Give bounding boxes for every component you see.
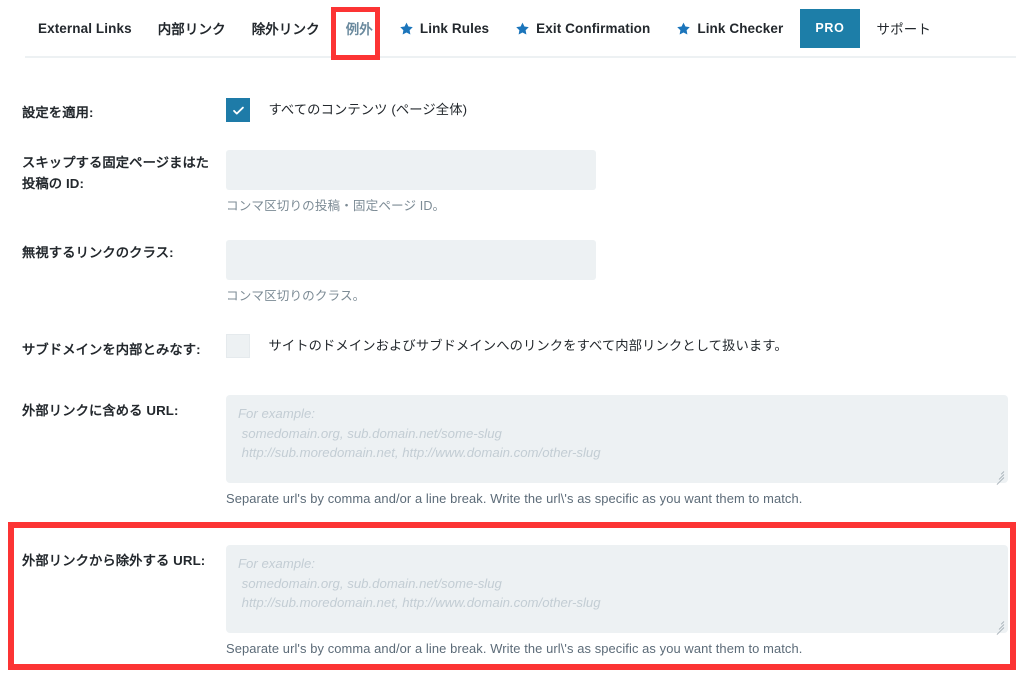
tab-link-checker[interactable]: Link Checker	[663, 0, 796, 56]
field-skip-ids: コンマ区切りの投稿・固定ページ ID。	[226, 150, 596, 215]
tab-label: Link Checker	[697, 20, 784, 36]
tab-external-links[interactable]: External Links	[25, 0, 145, 56]
tab-list: External Links 内部リンク 除外リンク 例外 Link Rules	[25, 0, 944, 56]
tab-bar: External Links 内部リンク 除外リンク 例外 Link Rules	[0, 0, 1024, 58]
tab-label: External Links	[38, 20, 132, 36]
label-include-urls: 外部リンクに含める URL:	[22, 403, 179, 418]
field-apply-settings: すべてのコンテンツ (ページ全体)	[226, 98, 467, 122]
tab-excluded-links[interactable]: 除外リンク	[239, 0, 333, 56]
exclude-urls-textarea[interactable]	[226, 545, 1008, 633]
field-exclude-urls: Separate url's by comma and/or a line br…	[226, 545, 1008, 658]
tab-label: PRO	[815, 21, 845, 35]
label-apply-settings: 設定を適用:	[22, 105, 94, 120]
ignore-classes-input[interactable]	[226, 240, 596, 280]
label-skip-ids: スキップする固定ページまはた投稿の ID:	[22, 155, 210, 191]
include-urls-textarea-wrap	[226, 395, 1008, 485]
tab-label: Exit Confirmation	[536, 20, 651, 36]
row-apply-settings: 設定を適用: すべてのコンテンツ (ページ全体)	[0, 98, 1024, 146]
field-include-urls: Separate url's by comma and/or a line br…	[226, 395, 1008, 508]
tab-label: 除外リンク	[251, 22, 320, 37]
tab-exceptions[interactable]: 例外	[333, 0, 386, 56]
tab-label: Link Rules	[419, 20, 490, 36]
field-ignore-classes: コンマ区切りのクラス。	[226, 240, 596, 305]
tab-support[interactable]: サポート	[864, 0, 944, 56]
skip-ids-input[interactable]	[226, 150, 596, 190]
checkbox-subdomains-internal[interactable]	[226, 334, 250, 358]
star-icon	[515, 21, 530, 36]
label-subdomains-internal: サブドメインを内部とみなす:	[22, 342, 201, 357]
tab-label: 例外	[345, 22, 373, 37]
star-icon	[399, 21, 414, 36]
checkbox-label-apply-all-content: すべてのコンテンツ (ページ全体)	[268, 102, 468, 117]
field-subdomains-internal: サイトのドメインおよびサブドメインへのリンクをすべて内部リンクとして扱います。	[226, 334, 788, 358]
tab-exit-confirmation[interactable]: Exit Confirmation	[502, 0, 663, 56]
helper-exclude-urls: Separate url's by comma and/or a line br…	[226, 641, 803, 656]
helper-include-urls: Separate url's by comma and/or a line br…	[226, 491, 803, 506]
tab-pro-badge[interactable]: PRO	[800, 8, 860, 48]
helper-skip-ids: コンマ区切りの投稿・固定ページ ID。	[226, 199, 446, 213]
tab-label: 内部リンク	[157, 22, 226, 37]
settings-page: External Links 内部リンク 除外リンク 例外 Link Rules	[0, 0, 1024, 676]
tab-bar-underline	[25, 56, 1016, 58]
checkbox-label-subdomains-internal: サイトのドメインおよびサブドメインへのリンクをすべて内部リンクとして扱います。	[268, 338, 788, 353]
star-icon	[676, 21, 691, 36]
label-ignore-classes: 無視するリンクのクラス:	[22, 245, 174, 260]
checkbox-apply-all-content[interactable]	[226, 98, 250, 122]
tab-link-rules[interactable]: Link Rules	[386, 0, 502, 56]
exclude-urls-textarea-wrap	[226, 545, 1008, 635]
helper-ignore-classes: コンマ区切りのクラス。	[226, 289, 366, 303]
include-urls-textarea[interactable]	[226, 395, 1008, 483]
tab-label: サポート	[876, 22, 931, 37]
tab-internal-links[interactable]: 内部リンク	[145, 0, 239, 56]
label-exclude-urls: 外部リンクから除外する URL:	[22, 553, 206, 568]
